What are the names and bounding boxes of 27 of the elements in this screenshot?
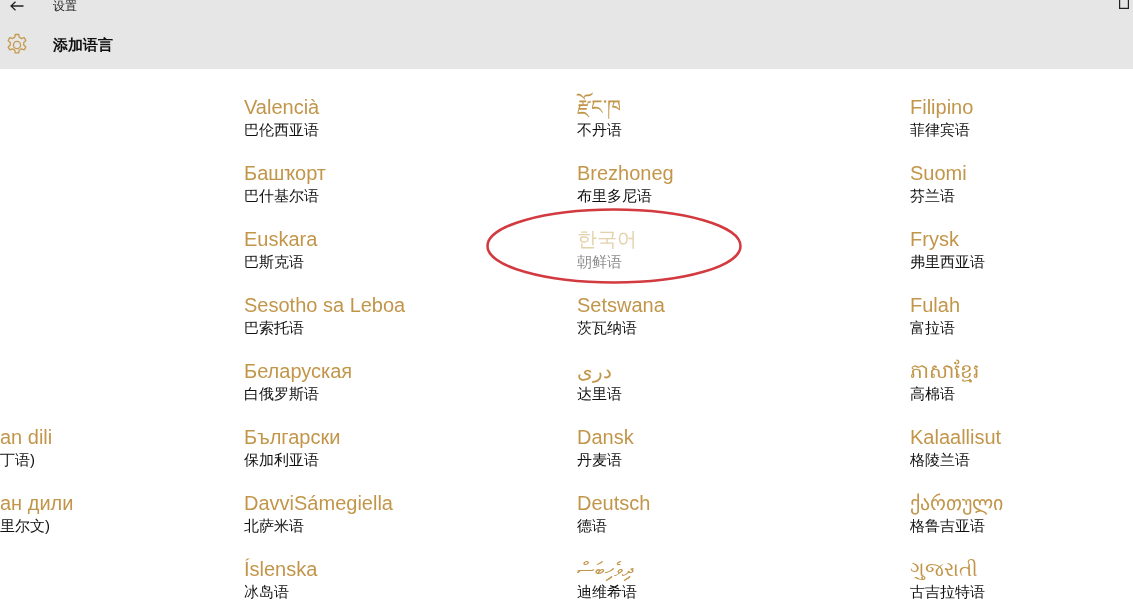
language-option[interactable]: Башҡорт 巴什基尔语: [244, 161, 326, 205]
language-option[interactable]: Dansk 丹麦语: [577, 425, 634, 469]
language-option[interactable]: Fulah 富拉语: [910, 293, 961, 337]
language-option[interactable]: ગુજરાતી 古吉拉特语: [910, 557, 985, 601]
maximize-icon[interactable]: [1119, 0, 1129, 9]
language-option[interactable]: Setswana 茨瓦纳语: [577, 293, 665, 337]
language-option[interactable]: Български 保加利亚语: [244, 425, 341, 469]
language-option[interactable]: an dili 丁语): [0, 425, 53, 469]
language-option[interactable]: Deutsch 德语: [577, 491, 651, 535]
language-option[interactable]: Frysk 弗里西亚语: [910, 227, 985, 271]
language-option[interactable]: Euskara 巴斯克语: [244, 227, 318, 271]
language-option[interactable]: Brezhoneg 布里多尼语: [577, 161, 674, 205]
language-option[interactable]: Беларуская 白俄罗斯语: [244, 359, 353, 403]
language-option[interactable]: ភាសាខ្មែរ 高棉语: [910, 359, 979, 403]
language-option[interactable]: Filipino 菲律宾语: [910, 95, 974, 139]
gear-icon: [5, 33, 29, 57]
language-option[interactable]: Íslenska 冰岛语: [244, 557, 318, 601]
language-option[interactable]: ქართული 格鲁吉亚语: [910, 491, 1003, 535]
language-option[interactable]: Suomi 芬兰语: [910, 161, 967, 205]
page-title: 添加语言: [53, 34, 113, 55]
window-title: 设置: [53, 0, 77, 12]
back-arrow-icon[interactable]: [10, 1, 24, 11]
language-option[interactable]: ан дили 里尔文): [0, 491, 74, 535]
language-option[interactable]: Valencià 巴伦西亚语: [244, 95, 320, 139]
language-option[interactable]: Sesotho sa Leboa 巴索托语: [244, 293, 406, 337]
language-option[interactable]: Kalaallisut 格陵兰语: [910, 425, 1002, 469]
language-option[interactable]: DavviSámegiella 北萨米语: [244, 491, 393, 535]
